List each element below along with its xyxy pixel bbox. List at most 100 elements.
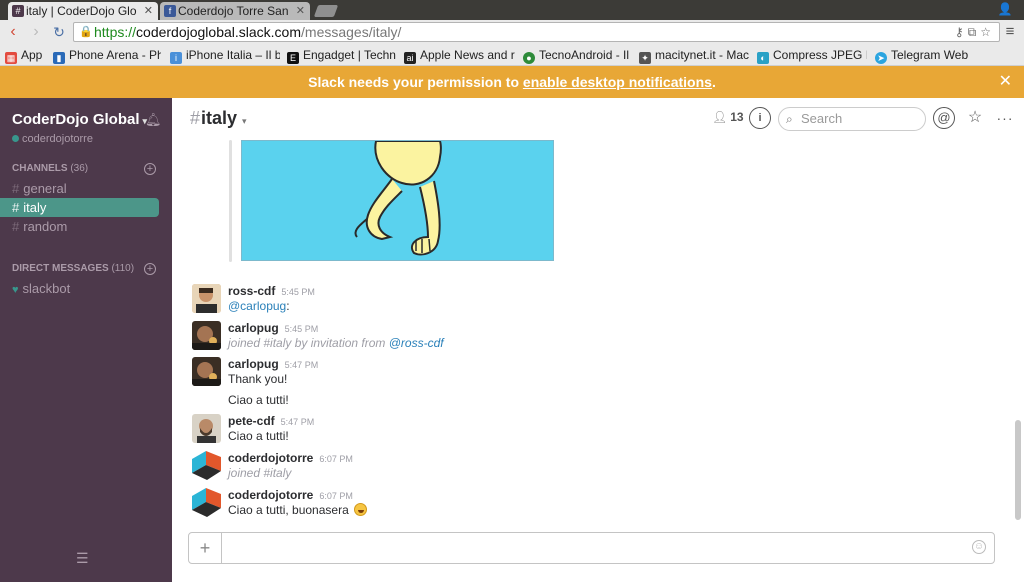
user-mention-link[interactable]: @ross-cdf xyxy=(389,336,444,350)
avatar-ross-cdf[interactable] xyxy=(192,284,221,313)
grinning-face-icon[interactable] xyxy=(354,503,368,516)
tab-italy[interactable]: # italy | CoderDojo Glo ✕ xyxy=(8,2,158,20)
message-timestamp[interactable]: 5:45 PM xyxy=(285,324,319,334)
mentions-icon[interactable]: @ xyxy=(933,107,955,129)
url-host: coderdojoglobal.slack.com xyxy=(136,24,302,40)
back-icon[interactable]: ‹ xyxy=(3,21,23,43)
tab-title: italy | CoderDojo Glo xyxy=(26,4,137,18)
message-text: Ciao a tutti! xyxy=(228,429,289,443)
translate-icon[interactable]: ⧉ xyxy=(968,25,981,39)
bookmark-phonearena[interactable]: ▮ Phone Arena - Ph xyxy=(53,44,161,65)
star-icon[interactable]: ☆ xyxy=(964,107,986,129)
url-path: /messages/italy/ xyxy=(301,24,402,40)
channels-header[interactable]: CHANNELS (36) xyxy=(12,163,88,174)
tab-coderdojo-facebook[interactable]: f Coderdojo Torre San ✕ xyxy=(160,2,310,20)
browser-menu-icon[interactable]: ≡ xyxy=(1002,21,1018,43)
attachment-bar xyxy=(229,140,232,262)
chevron-down-icon: ▾ xyxy=(242,116,247,126)
info-icon[interactable]: i xyxy=(749,107,771,129)
add-file-button[interactable]: + xyxy=(189,533,222,563)
iphoneitalia-icon: i xyxy=(170,52,182,64)
channel-title[interactable]: #italy ▾ xyxy=(190,108,247,129)
enable-notifications-link[interactable]: enable desktop notifications xyxy=(523,74,712,90)
system-message-text: joined #italy xyxy=(228,466,292,480)
forward-icon[interactable]: › xyxy=(26,21,46,43)
bookmark-compressjpeg[interactable]: ◐ Compress JPEG Ir xyxy=(757,44,867,65)
message-sender[interactable]: coderdojotorre xyxy=(228,488,313,502)
url-scheme: https:// xyxy=(94,24,137,40)
add-dm-button[interactable]: + xyxy=(144,263,156,275)
bookmark-appleinsider[interactable]: ai Apple News and r xyxy=(404,44,516,65)
address-bar[interactable]: 🔒 https://coderdojoglobal.slack.com/mess… xyxy=(73,22,1000,42)
heart-icon: ♥ xyxy=(12,284,19,296)
sidebar-item-slackbot[interactable]: ♥ slackbot xyxy=(0,279,172,298)
bookmark-tecnoandroid[interactable]: ● TecnoAndroid - Il xyxy=(523,44,629,65)
message-scrollbar[interactable] xyxy=(1015,420,1021,520)
message-sender[interactable]: pete-cdf xyxy=(228,414,275,428)
search-icon: ⌕ xyxy=(786,112,793,126)
search-input[interactable]: ⌕ Search xyxy=(778,107,926,131)
bookmark-telegram[interactable]: ➤ Telegram Web xyxy=(875,44,985,65)
user-mention-link[interactable]: @carlopug xyxy=(228,299,286,313)
telegram-icon: ➤ xyxy=(875,52,887,64)
channel-header: #italy ▾ 👤︎ 13 i ⌕ Search @ ☆ ··· xyxy=(172,98,1024,140)
close-tab-icon[interactable]: ✕ xyxy=(296,2,305,20)
quick-switcher-icon[interactable]: ☰ xyxy=(76,550,96,566)
avatar-carlopug[interactable] xyxy=(192,357,221,386)
person-icon: 👤︎ xyxy=(712,110,728,124)
avatar-coderdojotorre[interactable] xyxy=(192,488,221,517)
current-user[interactable]: coderdojotorre xyxy=(12,133,93,145)
macitynet-icon: ✦ xyxy=(639,52,651,64)
bookmark-engadget[interactable]: E Engadget | Techn xyxy=(287,44,397,65)
bell-icon[interactable]: 🔔︎ xyxy=(145,112,162,127)
sidebar-item-random[interactable]: # random xyxy=(0,217,172,236)
system-message-text: joined #italy by invitation from @ross-c… xyxy=(228,336,444,350)
message-composer: + ☺ xyxy=(188,532,995,564)
team-menu[interactable]: CoderDojo Global ▾ xyxy=(12,111,147,128)
message-sender[interactable]: carlopug xyxy=(228,321,279,335)
compressjpeg-icon: ◐ xyxy=(757,52,769,64)
tab-bar: # italy | CoderDojo Glo ✕ f Coderdojo To… xyxy=(0,0,1024,20)
presence-dot xyxy=(12,135,19,142)
emoji-picker-icon[interactable]: ☺ xyxy=(972,540,986,554)
message-timestamp[interactable]: 6:07 PM xyxy=(319,454,353,464)
bookmark-iphoneitalia[interactable]: i iPhone Italia – Il b xyxy=(170,44,280,65)
member-count[interactable]: 👤︎ 13 xyxy=(712,110,744,124)
cartoon-figure-image xyxy=(242,141,553,260)
more-options-icon[interactable]: ··· xyxy=(994,107,1016,129)
sidebar-item-italy[interactable]: # italy xyxy=(0,198,159,217)
message-sender[interactable]: carlopug xyxy=(228,357,279,371)
engadget-icon: E xyxy=(287,52,299,64)
bookmark-macitynet[interactable]: ✦ macitynet.it - Mac xyxy=(639,44,749,65)
facebook-icon: f xyxy=(164,5,176,17)
message-text: Ciao a tutti, buonasera xyxy=(228,503,368,517)
message-sender[interactable]: ross-cdf xyxy=(228,284,275,298)
sidebar-item-general[interactable]: # general xyxy=(0,179,172,198)
bookmark-star-icon[interactable]: ☆ xyxy=(980,25,995,39)
close-banner-icon[interactable]: ✕ xyxy=(999,66,1012,98)
avatar-pete-cdf[interactable] xyxy=(192,414,221,443)
message-timestamp[interactable]: 6:07 PM xyxy=(319,491,353,501)
message-timestamp[interactable]: 5:47 PM xyxy=(281,417,315,427)
add-channel-button[interactable]: + xyxy=(144,163,156,175)
user-profile-icon[interactable]: 👤 xyxy=(996,2,1014,18)
avatar-coderdojotorre[interactable] xyxy=(192,451,221,480)
message-input[interactable] xyxy=(225,536,965,560)
message-timestamp[interactable]: 5:47 PM xyxy=(285,360,319,370)
image-attachment[interactable] xyxy=(241,140,554,261)
direct-messages-header[interactable]: DIRECT MESSAGES (110) xyxy=(12,263,134,274)
message-sender[interactable]: coderdojotorre xyxy=(228,451,313,465)
browser-toolbar: ‹ › ↻ 🔒 https://coderdojoglobal.slack.co… xyxy=(0,20,1024,44)
sidebar: CoderDojo Global ▾ 🔔︎ coderdojotorre CHAN… xyxy=(0,98,172,582)
close-tab-icon[interactable]: ✕ xyxy=(144,2,153,20)
reload-icon[interactable]: ↻ xyxy=(49,21,69,43)
avatar-carlopug[interactable] xyxy=(192,321,221,350)
bookmark-app[interactable]: ▦ App xyxy=(5,44,49,65)
key-icon[interactable]: ⚷ xyxy=(955,25,968,39)
tab-title: Coderdojo Torre San xyxy=(178,4,289,18)
new-tab-button[interactable] xyxy=(313,5,339,17)
message-timestamp[interactable]: 5:45 PM xyxy=(281,287,315,297)
appleinsider-icon: ai xyxy=(404,52,416,64)
message-text: @carlopug: xyxy=(228,299,290,313)
banner-text: Slack needs your permission to xyxy=(308,74,523,90)
